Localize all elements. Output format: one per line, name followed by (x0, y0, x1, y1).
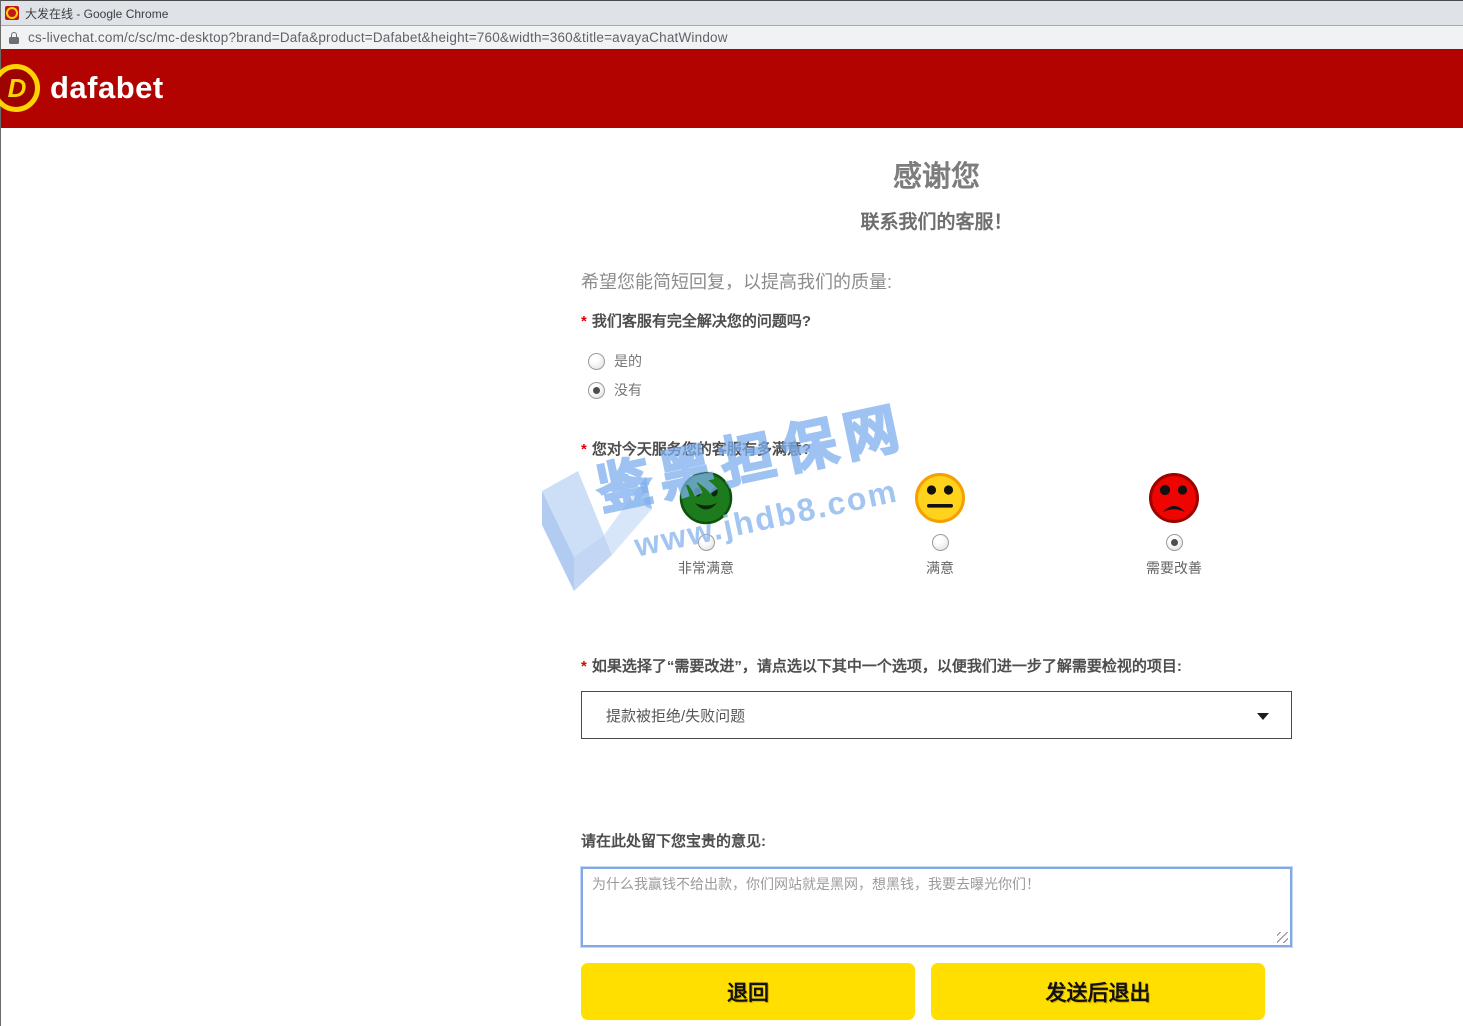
option-very-satisfied[interactable]: 非常满意 (589, 471, 823, 578)
dafabet-favicon-icon (5, 6, 19, 20)
radio-satisfied[interactable] (932, 534, 949, 551)
browser-window: 大发在线 - Google Chrome cs-livechat.com/c/s… (0, 0, 1463, 1026)
dafabet-logo-icon: D (0, 64, 40, 112)
page-subtitle: 联系我们的客服！ (581, 207, 1292, 234)
radio-no[interactable] (588, 382, 605, 399)
question3-label: *如果选择了“需要改进”，请点选以下其中一个选项，以便我们进一步了解需要检视的项… (581, 655, 1182, 676)
page-title: 感谢您 (581, 153, 1292, 195)
address-bar[interactable]: cs-livechat.com/c/sc/mc-desktop?brand=Da… (1, 25, 1463, 49)
reason-dropdown-value: 提款被拒绝/失败问题 (606, 705, 745, 726)
lock-icon (9, 32, 19, 44)
feedback-form: 感谢您 联系我们的客服！ 希望您能简短回复，以提高我们的质量: *我们客服有完全… (581, 128, 1292, 1026)
sad-face-icon (1147, 471, 1201, 525)
radio-yes-label: 是的 (614, 351, 642, 371)
comment-label: 请在此处留下您宝贵的意见: (581, 830, 766, 851)
reason-dropdown[interactable]: 提款被拒绝/失败问题 (581, 691, 1292, 739)
neutral-face-icon (913, 471, 967, 525)
question2-label: *您对今天服务您的客服有多满意? (581, 438, 811, 459)
url-text[interactable]: cs-livechat.com/c/sc/mc-desktop?brand=Da… (28, 30, 728, 45)
question1-label: *我们客服有完全解决您的问题吗? (581, 310, 811, 331)
required-mark: * (581, 441, 587, 458)
radio-needs-improvement[interactable] (1166, 534, 1183, 551)
brand-name: dafabet (50, 70, 164, 106)
window-title: 大发在线 - Google Chrome (25, 5, 168, 22)
satisfied-label: 满意 (926, 558, 954, 578)
brand-header: D dafabet (1, 49, 1463, 128)
radio-very-satisfied[interactable] (698, 534, 715, 551)
comment-textarea[interactable]: 为什么我赢钱不给出款，你们网站就是黑网，想黑钱，我要去曝光你们！ (581, 867, 1292, 947)
radio-yes[interactable] (588, 353, 605, 370)
back-button[interactable]: 退回 (581, 963, 915, 1020)
form-buttons: 退回 发送后退出 (581, 963, 1265, 1020)
option-needs-improvement[interactable]: 需要改善 (1057, 471, 1291, 578)
comment-textarea-wrap: 为什么我赢钱不给出款，你们网站就是黑网，想黑钱，我要去曝光你们！ (581, 867, 1292, 947)
dafabet-logo: D dafabet (0, 64, 164, 112)
required-mark: * (581, 313, 587, 330)
window-titlebar: 大发在线 - Google Chrome (1, 1, 1463, 25)
very-satisfied-label: 非常满意 (678, 558, 734, 578)
radio-option-yes[interactable]: 是的 (588, 351, 642, 371)
radio-option-no[interactable]: 没有 (588, 380, 642, 400)
chevron-down-icon (1257, 713, 1269, 720)
satisfaction-options: 非常满意 满意 需要改善 (589, 471, 1292, 578)
intro-text: 希望您能简短回复，以提高我们的质量: (581, 268, 892, 294)
required-mark: * (581, 658, 587, 675)
option-satisfied[interactable]: 满意 (823, 471, 1057, 578)
radio-no-label: 没有 (614, 380, 642, 400)
send-exit-button[interactable]: 发送后退出 (931, 963, 1265, 1020)
needs-improvement-label: 需要改善 (1146, 558, 1202, 578)
happy-face-icon (679, 471, 733, 525)
